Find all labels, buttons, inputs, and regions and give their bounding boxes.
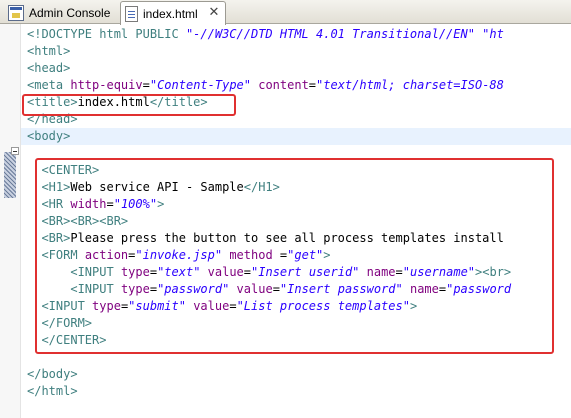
tab-index-html[interactable]: index.html ✕ — [120, 1, 226, 25]
code-line[interactable]: <html> — [27, 43, 571, 60]
editor-gutter — [0, 24, 21, 418]
change-marker — [4, 152, 16, 198]
admin-console-icon — [8, 5, 24, 21]
code-token: "-//W3C//DTD HTML 4.01 Transitional//EN" — [185, 27, 475, 41]
code-line[interactable]: <meta http-equiv="Content-Type" content=… — [27, 77, 571, 94]
code-line[interactable]: <body> — [27, 128, 571, 145]
center-block-highlight-box — [35, 158, 554, 354]
html-file-icon — [125, 5, 138, 22]
code-token: <html> — [27, 44, 71, 58]
code-token: <body> — [27, 129, 71, 143]
code-line[interactable]: </body> — [27, 366, 571, 383]
code-token: "Content-Type" — [149, 78, 251, 92]
code-token: "ht — [474, 27, 504, 41]
title-highlight-box — [22, 94, 236, 116]
code-token: </html> — [27, 384, 78, 398]
tab-admin-console[interactable]: Admin Console — [4, 2, 114, 24]
tab-label: Admin Console — [29, 6, 111, 20]
code-token: "text/html; charset=ISO-88 — [316, 78, 504, 92]
tab-label: index.html — [143, 6, 198, 21]
code-token: = — [308, 78, 317, 92]
code-token: <head> — [27, 61, 71, 75]
code-line[interactable]: </html> — [27, 383, 571, 400]
code-line[interactable]: <head> — [27, 60, 571, 77]
code-line[interactable]: <!DOCTYPE html PUBLIC "-//W3C//DTD HTML … — [27, 26, 571, 43]
code-token: content — [251, 78, 309, 92]
code-token: <meta — [27, 78, 71, 92]
collapse-fold-icon[interactable] — [11, 147, 19, 155]
code-token: </body> — [27, 367, 78, 381]
code-token: <!DOCTYPE html PUBLIC — [27, 27, 186, 41]
code-token: = — [142, 78, 150, 92]
close-tab-icon[interactable]: ✕ — [207, 6, 221, 20]
editor-tab-bar: Admin Console index.html ✕ — [0, 0, 571, 25]
code-token: http-equiv — [70, 78, 143, 92]
